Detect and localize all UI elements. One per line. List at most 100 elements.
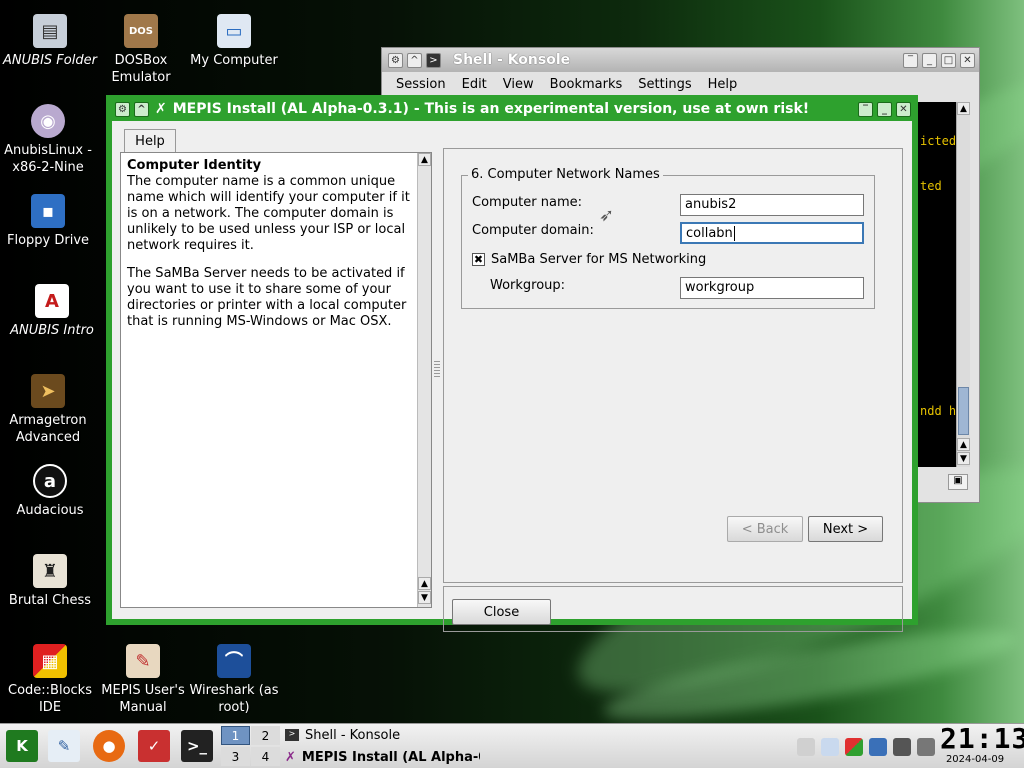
clipboard-icon[interactable] bbox=[821, 738, 839, 756]
mouse-cursor-icon: ➶ bbox=[599, 205, 615, 226]
workgroup-label: Workgroup: bbox=[490, 278, 566, 293]
cdrom-icon: ◉ bbox=[31, 104, 65, 138]
maximize-icon[interactable]: □ bbox=[941, 52, 956, 68]
installer-titlebar[interactable]: ⚙ ^ ✗ MEPIS Install (AL Alpha-0.3.1) - T… bbox=[109, 98, 915, 120]
shade-icon[interactable]: ‾ bbox=[858, 101, 873, 117]
mepis-app-icon: ✗ bbox=[155, 101, 167, 117]
desktop-icon-audacious[interactable]: a Audacious bbox=[2, 464, 98, 519]
keep-above-icon[interactable]: ^ bbox=[407, 52, 422, 68]
computer-name-label: Computer name: bbox=[472, 195, 583, 210]
scroll-up-arrow-icon[interactable]: ▲ bbox=[418, 577, 431, 590]
splitter-handle[interactable] bbox=[434, 361, 440, 377]
minimize-icon[interactable]: _ bbox=[922, 52, 937, 68]
desktop-icon-codeblocks[interactable]: ▦ Code::Blocks IDE bbox=[2, 644, 98, 716]
clock[interactable]: 21:13 2024-04-09 bbox=[940, 722, 1024, 766]
desktop-icon-floppy[interactable]: ▪ Floppy Drive bbox=[0, 194, 96, 249]
samba-checkbox[interactable]: ✖ bbox=[472, 253, 485, 266]
help-text: Computer Identity The computer name is a… bbox=[127, 158, 417, 330]
help-paragraph: The SaMBa Server needs to be activated i… bbox=[127, 266, 407, 329]
menu-help[interactable]: Help bbox=[700, 77, 746, 92]
konsole-titlebar[interactable]: ⚙ ^ > Shell - Konsole ‾ _ □ ✕ bbox=[382, 48, 979, 72]
scrollbar-thumb[interactable] bbox=[958, 387, 969, 435]
volume-icon[interactable] bbox=[797, 738, 815, 756]
manual-icon[interactable]: ✓ bbox=[138, 730, 170, 762]
menu-settings[interactable]: Settings bbox=[630, 77, 699, 92]
network-names-panel: 6. Computer Network Names Computer name:… bbox=[443, 148, 903, 583]
audacious-icon: a bbox=[33, 464, 67, 498]
pager-desktop-4[interactable]: 4 bbox=[251, 747, 280, 766]
close-button[interactable]: Close bbox=[452, 599, 551, 625]
konsole-app-icon: > bbox=[426, 52, 441, 68]
samba-label: SaMBa Server for MS Networking bbox=[491, 252, 707, 267]
desktop-icon-wireshark[interactable]: ⌒ Wireshark (as root) bbox=[186, 644, 282, 716]
samba-checkbox-row[interactable]: ✖ SaMBa Server for MS Networking bbox=[472, 252, 706, 267]
printer-icon[interactable] bbox=[917, 738, 935, 756]
pager-desktop-2[interactable]: 2 bbox=[251, 726, 280, 745]
tab-help[interactable]: Help bbox=[124, 129, 176, 153]
terminal-icon[interactable]: >_ bbox=[181, 730, 213, 762]
desktop-icon-cdrom[interactable]: ◉ AnubisLinux -x86-2-Nine bbox=[0, 104, 96, 176]
network-names-group: 6. Computer Network Names Computer name:… bbox=[461, 167, 875, 309]
chess-icon: ♜ bbox=[33, 554, 67, 588]
editor-icon[interactable]: ✎ bbox=[48, 730, 80, 762]
manual-icon: ✎ bbox=[126, 644, 160, 678]
terminal-scrollbar[interactable]: ▲ ▲ ▼ bbox=[956, 102, 970, 467]
installer-window[interactable]: ⚙ ^ ✗ MEPIS Install (AL Alpha-0.3.1) - T… bbox=[106, 95, 918, 632]
desktop-icon-armagetron[interactable]: ➤ Armagetron Advanced bbox=[0, 374, 96, 446]
close-icon[interactable]: ✕ bbox=[960, 52, 975, 68]
update-icon[interactable] bbox=[845, 738, 863, 756]
minimize-icon[interactable]: _ bbox=[877, 101, 892, 117]
terminal-line: ted bbox=[920, 179, 942, 193]
pager-desktop-1[interactable]: 1 bbox=[221, 726, 250, 745]
computer-name-input[interactable]: anubis2 bbox=[680, 194, 864, 216]
armagetron-icon: ➤ bbox=[31, 374, 65, 408]
scroll-up-arrow-icon[interactable]: ▲ bbox=[957, 102, 970, 115]
computer-icon: ▭ bbox=[217, 14, 251, 48]
scroll-down-arrow-icon[interactable]: ▼ bbox=[418, 591, 431, 604]
konsole-title: Shell - Konsole bbox=[453, 52, 571, 68]
firefox-icon[interactable]: ● bbox=[93, 730, 125, 762]
clock-date: 2024-04-09 bbox=[945, 754, 1005, 765]
workgroup-input[interactable]: workgroup bbox=[680, 277, 864, 299]
terminal-line: ndd h bbox=[920, 404, 957, 418]
codeblocks-icon: ▦ bbox=[33, 644, 67, 678]
taskbar: K ✎ ● ✓ >_ 1 2 3 4 > Shell - Konsole ✗ M… bbox=[0, 723, 1024, 768]
terminal-area[interactable]: icted ted ndd h bbox=[918, 102, 958, 467]
scroll-up-arrow-icon[interactable]: ▲ bbox=[418, 153, 431, 166]
window-menu-icon[interactable]: ⚙ bbox=[388, 52, 403, 68]
installer-body: Help Computer Identity The computer name… bbox=[112, 121, 912, 632]
back-button[interactable]: < Back bbox=[727, 516, 803, 542]
folder-icon: ▤ bbox=[33, 14, 67, 48]
desktop-icon-dosbox[interactable]: DOS DOSBox Emulator bbox=[93, 14, 189, 86]
keep-above-icon[interactable]: ^ bbox=[134, 101, 149, 117]
kmenu-icon[interactable]: K bbox=[6, 730, 38, 762]
installer-title: MEPIS Install (AL Alpha-0.3.1) - This is… bbox=[172, 101, 810, 117]
scroll-up-arrow-icon[interactable]: ▲ bbox=[957, 438, 970, 451]
new-session-icon[interactable]: ▣ bbox=[948, 474, 968, 490]
scroll-down-arrow-icon[interactable]: ▼ bbox=[957, 452, 970, 465]
menu-bookmarks[interactable]: Bookmarks bbox=[542, 77, 631, 92]
desktop-icon-anubis-folder[interactable]: ▤ ANUBIS Folder bbox=[2, 14, 98, 69]
desktop-icon-my-computer[interactable]: ▭ My Computer bbox=[186, 14, 282, 69]
clock-time: 21:13 bbox=[940, 722, 1024, 755]
computer-domain-label: Computer domain: bbox=[472, 223, 594, 238]
task-konsole[interactable]: > Shell - Konsole bbox=[285, 725, 480, 745]
task-mepis-install[interactable]: ✗ MEPIS Install (AL Alpha-0 bbox=[285, 747, 480, 767]
group-title: 6. Computer Network Names bbox=[468, 167, 663, 182]
window-menu-icon[interactable]: ⚙ bbox=[115, 101, 130, 117]
menu-session[interactable]: Session bbox=[388, 77, 454, 92]
network-icon[interactable] bbox=[869, 738, 887, 756]
menu-view[interactable]: View bbox=[495, 77, 542, 92]
pager-desktop-3[interactable]: 3 bbox=[221, 747, 250, 766]
desktop-icon-anubis-intro[interactable]: A ANUBIS Intro bbox=[4, 284, 100, 339]
menu-edit[interactable]: Edit bbox=[454, 77, 495, 92]
help-scrollbar[interactable]: ▲ ▲ ▼ bbox=[417, 153, 431, 607]
next-button[interactable]: Next > bbox=[808, 516, 883, 542]
shade-icon[interactable]: ‾ bbox=[903, 52, 918, 68]
computer-domain-input[interactable]: collabn bbox=[680, 222, 864, 244]
desktop-icon-mepis-manual[interactable]: ✎ MEPIS User's Manual bbox=[95, 644, 191, 716]
close-icon[interactable]: ✕ bbox=[896, 101, 911, 117]
desktop-icon-brutal-chess[interactable]: ♜ Brutal Chess bbox=[2, 554, 98, 609]
bluetooth-icon[interactable] bbox=[893, 738, 911, 756]
pdf-icon: A bbox=[35, 284, 69, 318]
